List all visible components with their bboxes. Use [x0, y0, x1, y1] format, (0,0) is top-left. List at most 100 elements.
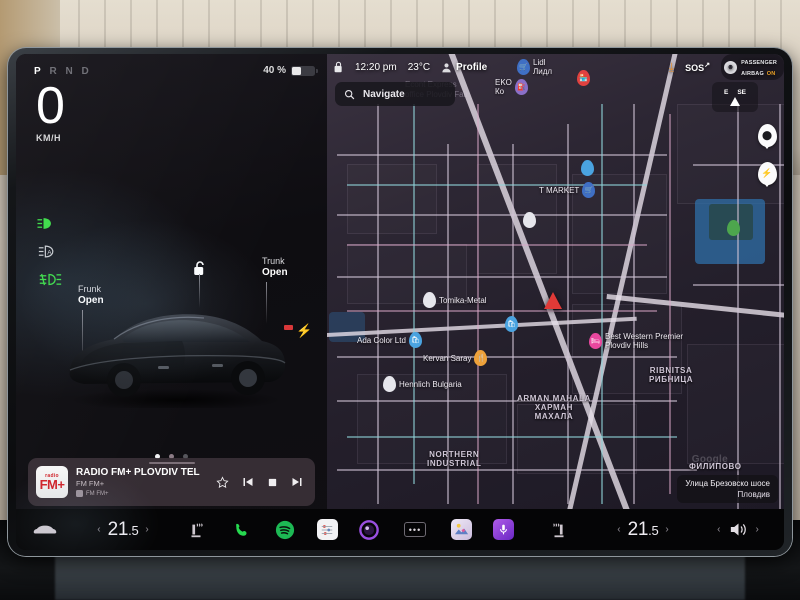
- current-address-card[interactable]: Улица Брезовско шосе Пловдив: [677, 475, 778, 503]
- poi-tomika-metal-label: Tomika-Metal: [439, 295, 487, 305]
- passenger-temp-increase-icon[interactable]: ›: [665, 524, 668, 535]
- poi-ada-color[interactable]: Ada Color Ltd 🛍: [357, 332, 422, 348]
- battery-indicator[interactable]: 40 %: [263, 65, 318, 76]
- poi-shop-blue[interactable]: 🛍: [505, 316, 518, 332]
- stop-playback-icon[interactable]: [267, 477, 278, 488]
- volume-decrease-icon[interactable]: ‹: [717, 524, 720, 535]
- microphone-icon: [492, 519, 514, 540]
- gear-selector-indicator: P R N D: [34, 66, 92, 77]
- media-controls: [216, 475, 307, 489]
- calculator-app-button[interactable]: [306, 519, 348, 540]
- camera-app-button[interactable]: [348, 519, 390, 540]
- restaurant-pin-icon: 🍴: [474, 350, 488, 366]
- airbag-state-label: ON: [766, 71, 776, 77]
- favorite-star-icon[interactable]: [216, 475, 229, 489]
- model-3-render[interactable]: [62, 292, 290, 408]
- volume-icon[interactable]: [728, 521, 749, 538]
- passenger-seat-heater-icon: [553, 522, 564, 537]
- airbag-person-icon: ☻: [724, 60, 738, 74]
- compass-north-arrow-icon: [730, 96, 740, 106]
- poi-tomika-metal[interactable]: Tomika-Metal: [423, 292, 487, 308]
- media-source: FM FM+: [76, 490, 208, 497]
- unlocked-padlock-icon[interactable]: [193, 260, 207, 277]
- vehicle-controls-button[interactable]: [16, 523, 74, 536]
- door-lock-icon[interactable]: [333, 61, 344, 74]
- map-compass[interactable]: E SE: [712, 82, 758, 112]
- recenter-location-button[interactable]: ⬤: [756, 124, 778, 150]
- passenger-temp-decrease-icon[interactable]: ‹: [617, 524, 620, 535]
- next-track-icon[interactable]: [291, 476, 303, 488]
- search-icon: [344, 89, 355, 99]
- album-art: radio FM+: [36, 466, 68, 498]
- area-label-ribnitsa: RIBNITSA РИБНИЦА: [649, 366, 694, 384]
- supermarket-pin-icon: 🛒: [582, 182, 596, 198]
- album-art-line2: FM+: [39, 477, 65, 492]
- passenger-temp-decimal: .5: [648, 522, 659, 538]
- poi-generic-1[interactable]: [523, 212, 536, 228]
- profile-label: Profile: [456, 61, 488, 73]
- poi-best-western[interactable]: 🛏 Best Western Premier Plovdiv Hills: [589, 332, 683, 350]
- photos-app-button[interactable]: [440, 519, 482, 540]
- airbag-prefix-label: PASSENGER: [741, 60, 777, 66]
- poi-eko[interactable]: EKO Ко ⛽: [495, 78, 528, 96]
- more-dots-icon: •••: [404, 522, 426, 537]
- poi-generic-2[interactable]: [581, 160, 594, 176]
- business-pin-icon: [423, 292, 436, 308]
- battery-percent-label: 40 %: [263, 65, 286, 76]
- navigation-map-panel[interactable]: 🛒 Lidl Лидл EKO Ко ⛽ 🏪 T MARKET 🛒 Tomika-M…: [327, 54, 784, 509]
- compass-tick-right: SE: [737, 88, 746, 96]
- profile-button[interactable]: Profile: [441, 62, 487, 73]
- passenger-temp-value: 21.5: [627, 518, 659, 540]
- driver-seat-heater-button[interactable]: [172, 521, 220, 539]
- outside-temperature-label[interactable]: 23°C: [408, 62, 430, 73]
- trunk-callout[interactable]: Trunk Open: [262, 256, 288, 278]
- driver-temp-increase-icon[interactable]: ›: [145, 524, 148, 535]
- speed-value: 0: [36, 77, 65, 135]
- phone-app-button[interactable]: [220, 521, 264, 539]
- passenger-seat-heater-button[interactable]: [524, 521, 594, 539]
- passenger-temperature-stepper[interactable]: ‹ 21.5 ›: [594, 519, 692, 541]
- media-info: RADIO FM+ PLOVDIV TEL FM FM+ FM FM+: [76, 467, 208, 497]
- previous-track-icon[interactable]: [242, 476, 254, 488]
- speedometer: 0 KM/H: [36, 77, 65, 143]
- poi-park[interactable]: [727, 220, 740, 236]
- location-pin-icon: ⬤: [757, 124, 777, 147]
- spotify-app-button[interactable]: [264, 520, 306, 540]
- gear-d: D: [81, 66, 92, 77]
- tesla-touchscreen-bezel: P R N D 40 % 0 KM/H A Frunk Open Trunk O…: [8, 48, 792, 556]
- vehicle-3d-view[interactable]: Frunk Open Trunk Open ⚡: [16, 244, 327, 444]
- airbag-line2-label: AIRBAG: [741, 71, 764, 77]
- tesla-touchscreen: P R N D 40 % 0 KM/H A Frunk Open Trunk O…: [16, 54, 784, 550]
- shop-blue-pin-icon: 🛍: [505, 316, 518, 332]
- volume-stepper[interactable]: ‹ ›: [692, 521, 784, 538]
- charging-stations-button[interactable]: ⚡: [756, 162, 778, 188]
- driver-temperature-stepper[interactable]: ‹ 21.5 ›: [74, 519, 172, 541]
- driver-temp-decimal: .5: [128, 522, 139, 538]
- map-tiles[interactable]: [327, 54, 784, 509]
- poi-hennlich[interactable]: Hennlich Bulgaria: [383, 376, 462, 392]
- navigate-search-box[interactable]: Navigate: [335, 82, 455, 106]
- speed-unit-label: KM/H: [36, 133, 61, 143]
- sos-button[interactable]: SOS↗: [685, 61, 710, 73]
- gear-r: R: [49, 66, 60, 77]
- poi-kervan-saray[interactable]: Kervan Saray 🍴: [423, 350, 488, 366]
- karaoke-app-button[interactable]: [482, 519, 524, 540]
- media-player-card[interactable]: radio FM+ RADIO FM+ PLOVDIV TEL FM FM+ F…: [28, 458, 315, 506]
- clock-label[interactable]: 12:20 pm: [355, 62, 397, 73]
- gear-n: N: [65, 66, 76, 77]
- poi-t-market-label: T MARKET: [539, 185, 580, 195]
- poi-hennlich-label: Hennlich Bulgaria: [399, 379, 462, 389]
- download-icon[interactable]: ⤓: [669, 60, 674, 75]
- volume-increase-icon[interactable]: ›: [756, 524, 759, 535]
- photos-icon: [450, 519, 472, 540]
- address-street-label: Улица Брезовско шосе: [685, 479, 770, 488]
- charge-port-bolt-icon[interactable]: ⚡: [296, 323, 312, 339]
- poi-t-market[interactable]: T MARKET 🛒: [539, 182, 596, 198]
- more-apps-button[interactable]: •••: [390, 522, 440, 537]
- charging-bolt-icon: ⚡: [757, 162, 777, 185]
- seat-heater-icon: [191, 522, 203, 537]
- driver-temp-decrease-icon[interactable]: ‹: [97, 524, 100, 535]
- park-pin-icon: [727, 220, 740, 236]
- generic-blue-pin-icon: [581, 160, 594, 176]
- media-source-label: FM FM+: [86, 490, 109, 497]
